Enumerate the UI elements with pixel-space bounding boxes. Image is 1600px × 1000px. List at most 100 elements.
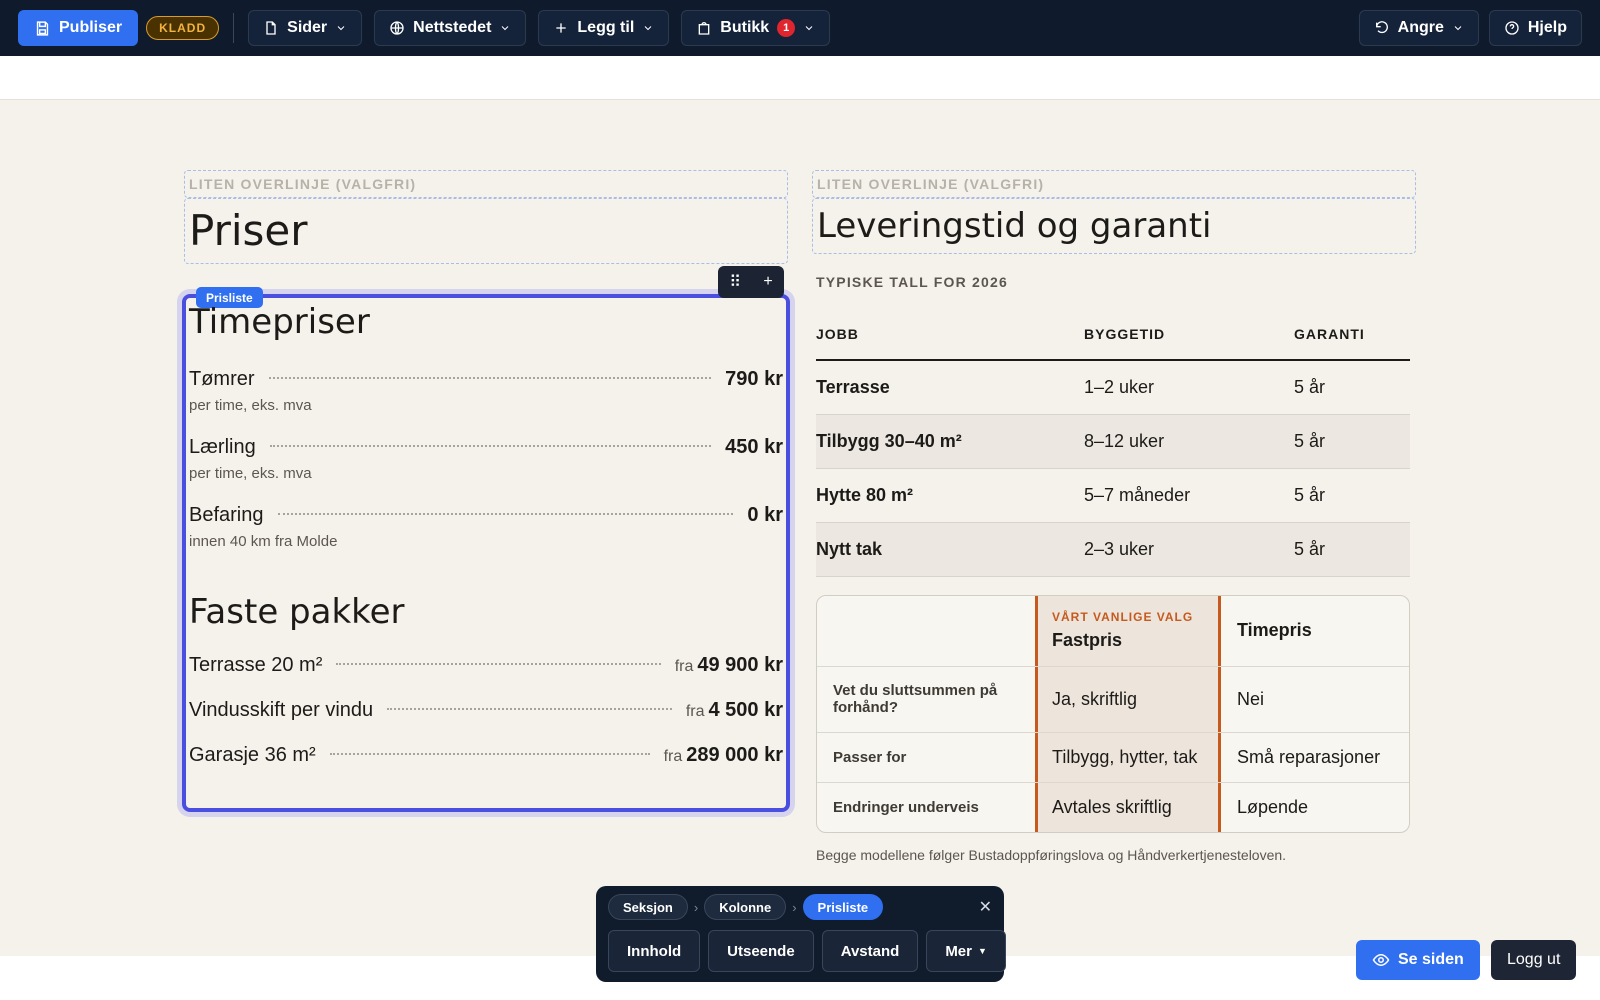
undo-button[interactable]: Angre [1358, 10, 1479, 46]
page-icon [266, 21, 276, 35]
build-time-cell: 1–2 uker [1084, 360, 1294, 415]
fixed-price-header: Fastpris [1052, 630, 1123, 650]
legal-footnote: Begge modellene følger Bustadoppføringsl… [816, 846, 1287, 863]
chevron-down-icon [337, 26, 345, 31]
editor-toolbar: Publiser KLADD Sider Nettstedet Legg til… [0, 0, 1600, 56]
package-price: 4 500 kr [708, 699, 783, 721]
comparison-label: Endringer underveis [833, 798, 979, 816]
help-button[interactable]: Hjelp [1488, 10, 1582, 46]
hourly-price-header: Timepris [1237, 620, 1312, 640]
from-label: fra [663, 748, 683, 765]
hourly-price-cell: Løpende [1237, 796, 1309, 817]
price-item-price: 450 kr [725, 436, 783, 458]
package-name: Vindusskift per vindu [189, 699, 374, 721]
pages-label: Sider [287, 19, 328, 36]
tab-appearance[interactable]: Utseende [708, 930, 814, 972]
comparison-row: Vet du sluttsummen på forhånd? Ja, skrif… [817, 665, 1409, 732]
delivery-table: JOBB BYGGETID GARANTI Terrasse 1–2 uker … [816, 308, 1410, 577]
section-heading: Priser [189, 206, 308, 255]
tab-spacing[interactable]: Avstand [821, 930, 919, 972]
breadcrumb: Seksjon › Kolonne › Prisliste ✕ [608, 894, 992, 920]
heading-editable[interactable]: Leveringstid og garanti [812, 198, 1416, 254]
job-cell: Nytt tak [816, 522, 1084, 577]
price-item: Tømrer 790 kr per time, eks. mva [189, 368, 783, 414]
warranty-cell: 5 år [1294, 360, 1410, 415]
price-item-note: per time, eks. mva [189, 465, 312, 482]
breadcrumb-column[interactable]: Kolonne [704, 894, 787, 920]
price-item: Befaring 0 kr innen 40 km fra Molde [189, 504, 783, 550]
plus-icon [556, 23, 567, 33]
hourly-price-cell: Små reparasjoner [1237, 746, 1381, 767]
package-price: 289 000 kr [686, 744, 783, 766]
table-row: Tilbygg 30–40 m² 8–12 uker 5 år [816, 414, 1410, 469]
recommended-tag: VÅRT VANLIGE VALG [1052, 610, 1194, 624]
from-label: fra [685, 703, 705, 720]
help-icon [1505, 21, 1519, 35]
hourly-price-cell: Nei [1237, 688, 1265, 709]
toolbar-divider [233, 13, 235, 43]
drag-handle-icon[interactable]: ⠿ [729, 272, 741, 292]
eye-icon [1372, 953, 1390, 967]
overline-placeholder[interactable]: LITEN OVERLINJE (VALGFRI) [812, 170, 1416, 198]
shop-menu-button[interactable]: Butikk 1 [681, 10, 831, 46]
leader-dots [387, 708, 672, 710]
price-item-note: innen 40 km fra Molde [189, 533, 338, 550]
table-row: Hytte 80 m² 5–7 måneder 5 år [816, 468, 1410, 523]
left-column: LITEN OVERLINJE (VALGFRI) Priser [184, 170, 788, 264]
globe-icon [390, 21, 404, 35]
chevron-down-icon [502, 26, 509, 31]
table-header-row: JOBB BYGGETID GARANTI [816, 308, 1410, 361]
breadcrumb-separator: › [792, 899, 797, 915]
package-name: Garasje 36 m² [189, 744, 316, 766]
shop-notification-badge: 1 [777, 19, 796, 37]
shopping-bag-icon [698, 22, 710, 35]
site-menu-button[interactable]: Nettstedet [374, 10, 527, 46]
leader-dots [329, 753, 650, 755]
caret-down-icon: ▼ [978, 946, 987, 956]
package-item: Terrasse 20 m² fra 49 900 kr [189, 654, 783, 677]
undo-label: Angre [1397, 19, 1444, 36]
pages-menu-button[interactable]: Sider [248, 10, 363, 46]
fixed-price-cell: Tilbygg, hytter, tak [1035, 732, 1221, 782]
package-item: Vindusskift per vindu fra 4 500 kr [189, 699, 783, 722]
shop-label: Butikk [720, 19, 770, 36]
warranty-cell: 5 år [1294, 522, 1410, 577]
table-caption: TYPISKE TALL FOR 2026 [816, 274, 1008, 290]
add-block-icon[interactable]: + [763, 273, 772, 291]
add-menu-button[interactable]: Legg til [538, 10, 670, 46]
price-item-name: Lærling [189, 436, 256, 458]
price-list-title: Timepriser [189, 302, 370, 342]
price-item-name: Befaring [189, 504, 264, 526]
price-item: Lærling 450 kr per time, eks. mva [189, 436, 783, 482]
breadcrumb-section[interactable]: Seksjon [608, 894, 688, 920]
tab-content[interactable]: Innhold [608, 930, 701, 972]
from-label: fra [674, 658, 694, 675]
comparison-row: Endringer underveis Avtales skriftlig Lø… [817, 781, 1409, 832]
right-column: LITEN OVERLINJE (VALGFRI) Leveringstid o… [812, 170, 1416, 863]
job-cell: Hytte 80 m² [816, 468, 1084, 523]
tab-more[interactable]: Mer ▼ [926, 930, 1006, 972]
view-site-button[interactable]: Se siden [1356, 940, 1480, 980]
leader-dots [277, 513, 734, 515]
heading-editable[interactable]: Priser [184, 198, 788, 264]
publish-button[interactable]: Publiser [18, 10, 139, 46]
build-time-cell: 2–3 uker [1084, 522, 1294, 577]
block-toolbar: ⠿ + [718, 266, 784, 298]
editor-tabs: Innhold Utseende Avstand Mer ▼ [608, 930, 1006, 972]
close-icon[interactable]: ✕ [979, 897, 992, 917]
chevron-down-icon [1454, 26, 1462, 31]
publish-label: Publiser [59, 19, 123, 36]
price-item-name: Tømrer [189, 368, 255, 390]
site-label: Nettstedet [413, 19, 492, 36]
view-site-label: Se siden [1398, 951, 1464, 968]
fixed-price-cell: Avtales skriftlig [1035, 782, 1221, 832]
draft-badge: KLADD [146, 16, 220, 40]
chevron-down-icon [805, 26, 813, 31]
breadcrumb-price-list[interactable]: Prisliste [802, 894, 884, 920]
chevron-down-icon [644, 26, 652, 31]
fixed-price-cell: Ja, skriftlig [1035, 666, 1221, 732]
logout-button[interactable]: Logg ut [1491, 940, 1577, 980]
overline-placeholder[interactable]: LITEN OVERLINJE (VALGFRI) [184, 170, 788, 198]
package-price: 49 900 kr [697, 654, 783, 676]
help-label: Hjelp [1527, 19, 1567, 36]
